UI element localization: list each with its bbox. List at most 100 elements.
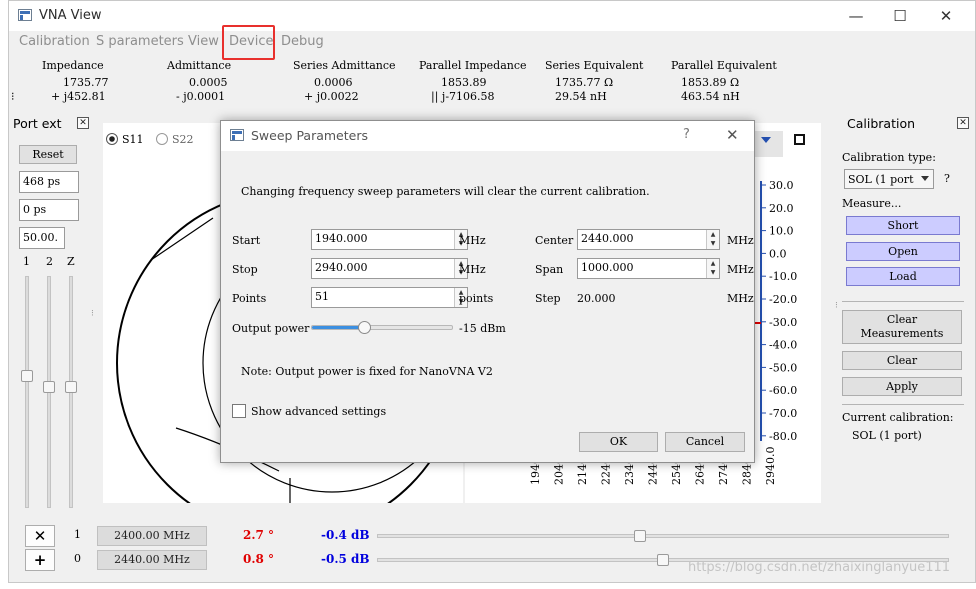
calibration-type-label: Calibration type: [842, 151, 936, 164]
menu-calibration[interactable]: Calibration [19, 34, 90, 49]
start-frequency-input[interactable]: 1940.000 ▲ ▼ [311, 229, 468, 250]
marker-magnitude: -0.4 dB [321, 528, 370, 542]
clear-measurements-line1: Clear [886, 313, 918, 326]
header-parallel-impedance: Parallel Impedance [419, 59, 527, 72]
close-button[interactable]: ✕ [931, 5, 961, 27]
sweep-parameters-dialog: Sweep Parameters ? ✕ Changing frequency … [220, 120, 755, 463]
header-impedance: Impedance [42, 59, 104, 72]
menu-s-parameters[interactable]: S parameters [96, 34, 184, 49]
stop-frequency-input[interactable]: 2940.000 ▲ ▼ [311, 258, 468, 279]
marker-magnitude: -0.5 dB [321, 552, 370, 566]
load-button[interactable]: Load [846, 267, 960, 286]
marker-slider[interactable] [377, 530, 949, 542]
clear-measurements-button[interactable]: Clear Measurements [842, 310, 962, 344]
advanced-settings-checkbox[interactable] [232, 404, 246, 418]
reset-button[interactable]: Reset [19, 145, 77, 164]
short-button[interactable]: Short [846, 216, 960, 235]
open-button[interactable]: Open [846, 242, 960, 261]
maximize-plot-icon[interactable] [794, 134, 805, 145]
marker-slider-handle[interactable] [657, 554, 669, 566]
output-power-label: Output power [232, 322, 310, 335]
current-calibration-value: SOL (1 port) [852, 429, 922, 442]
port-ext-pane: Port ext ✕ Reset 468 ps 0 ps 50.00. 1 2 … [9, 113, 95, 513]
port2-slider-handle[interactable] [43, 381, 55, 393]
marker-row-1: ✕ 1 2400.00 MHz 2.7 ° -0.4 dB [23, 525, 968, 547]
parallel-equivalent-r: 1853.89 Ω [681, 76, 740, 89]
dialog-title-bar: Sweep Parameters ? ✕ [221, 121, 754, 151]
port1-slider[interactable] [21, 276, 33, 508]
menu-debug[interactable]: Debug [281, 34, 324, 49]
power-note: Note: Output power is fixed for NanoVNA … [241, 365, 493, 378]
header-series-equivalent: Series Equivalent [545, 59, 644, 72]
step-value: 20.000 [577, 292, 616, 305]
spin-up-icon[interactable]: ▲ [707, 259, 719, 268]
port1-slider-handle[interactable] [21, 370, 33, 382]
port1-delay-field[interactable]: 468 ps [19, 171, 79, 193]
left-splitter[interactable]: ⁝ [91, 309, 95, 319]
port2-delay-field[interactable]: 0 ps [19, 199, 79, 221]
reactance-arc-upper [150, 217, 214, 261]
output-power-slider[interactable] [311, 321, 453, 334]
marker-phase: 2.7 ° [243, 528, 275, 542]
s22-radio[interactable] [156, 133, 168, 145]
impedance-real: 1735.77 [63, 76, 109, 89]
marker-frequency[interactable]: 2440.00 MHz [97, 550, 207, 570]
add-marker-button[interactable]: + [25, 549, 55, 571]
header-parallel-equivalent: Parallel Equivalent [671, 59, 777, 72]
admittance-imag: - j0.0001 [176, 90, 226, 103]
ok-button[interactable]: OK [579, 432, 658, 452]
clear-button[interactable]: Clear [842, 351, 962, 370]
points-value: 51 [315, 290, 329, 303]
title-bar: VNA View — ☐ ✕ [9, 1, 975, 31]
y-tick-label: 10.0 [769, 225, 794, 238]
right-splitter[interactable]: ⁝ [835, 301, 839, 311]
dialog-help-button[interactable]: ? [683, 127, 690, 142]
marker-frequency[interactable]: 2400.00 MHz [97, 526, 207, 546]
maximize-button[interactable]: ☐ [885, 5, 915, 27]
calibration-close-icon[interactable]: ✕ [957, 117, 969, 129]
sweep-warning-text: Changing frequency sweep parameters will… [241, 185, 650, 198]
calibration-type-select[interactable]: SOL (1 port [844, 169, 934, 189]
z-slider-handle[interactable] [65, 381, 77, 393]
calibration-help-button[interactable]: ? [944, 172, 950, 185]
points-input[interactable]: 51 ▲ ▼ [311, 287, 468, 308]
s22-radio-label: S22 [172, 133, 194, 146]
step-unit: MHz [727, 292, 754, 305]
spin-down-icon[interactable]: ▼ [707, 239, 719, 248]
y-tick-label: -10.0 [769, 270, 797, 283]
center-frequency-input[interactable]: 2440.000 ▲ ▼ [577, 229, 720, 250]
y-tick-label: -30.0 [769, 316, 797, 329]
spin-up-icon[interactable]: ▲ [707, 230, 719, 239]
dialog-close-button[interactable]: ✕ [726, 126, 739, 144]
cancel-button[interactable]: Cancel [665, 432, 745, 452]
y-tick-label: -40.0 [769, 339, 797, 352]
plot-toolbar [753, 131, 783, 157]
marker-slider-handle[interactable] [634, 530, 646, 542]
calibration-separator-2 [842, 404, 964, 405]
series-admittance-real: 0.0006 [314, 76, 353, 89]
calibration-title: Calibration [847, 116, 916, 131]
calibration-pane: Calibration ✕ Calibration type: SOL (1 p… [839, 113, 975, 493]
y-tick-label: -80.0 [769, 430, 797, 443]
span-input[interactable]: 1000.000 ▲ ▼ [577, 258, 720, 279]
port2-slider[interactable] [43, 276, 55, 508]
remove-marker-button[interactable]: ✕ [25, 525, 55, 547]
menu-bar: Calibration S parameters View Device Deb… [9, 31, 975, 53]
port-ext-title: Port ext [13, 116, 62, 131]
z-slider[interactable] [65, 276, 77, 508]
spin-down-icon[interactable]: ▼ [707, 268, 719, 277]
output-power-handle[interactable] [358, 321, 371, 334]
minimize-button[interactable]: — [841, 5, 871, 27]
span-label: Span [535, 263, 564, 276]
slider-label-z: Z [67, 255, 75, 268]
port-ext-close-icon[interactable]: ✕ [77, 117, 89, 129]
impedance-field[interactable]: 50.00. [19, 227, 65, 249]
span-spin-arrows[interactable]: ▲ ▼ [706, 259, 719, 278]
menu-view[interactable]: View [188, 34, 219, 49]
center-spin-arrows[interactable]: ▲ ▼ [706, 230, 719, 249]
apply-button[interactable]: Apply [842, 377, 962, 396]
advanced-settings-label[interactable]: Show advanced settings [251, 405, 386, 418]
y-tick-label: -20.0 [769, 293, 797, 306]
clear-measurements-line2: Measurements [860, 327, 944, 340]
chevron-down-icon [921, 176, 929, 181]
